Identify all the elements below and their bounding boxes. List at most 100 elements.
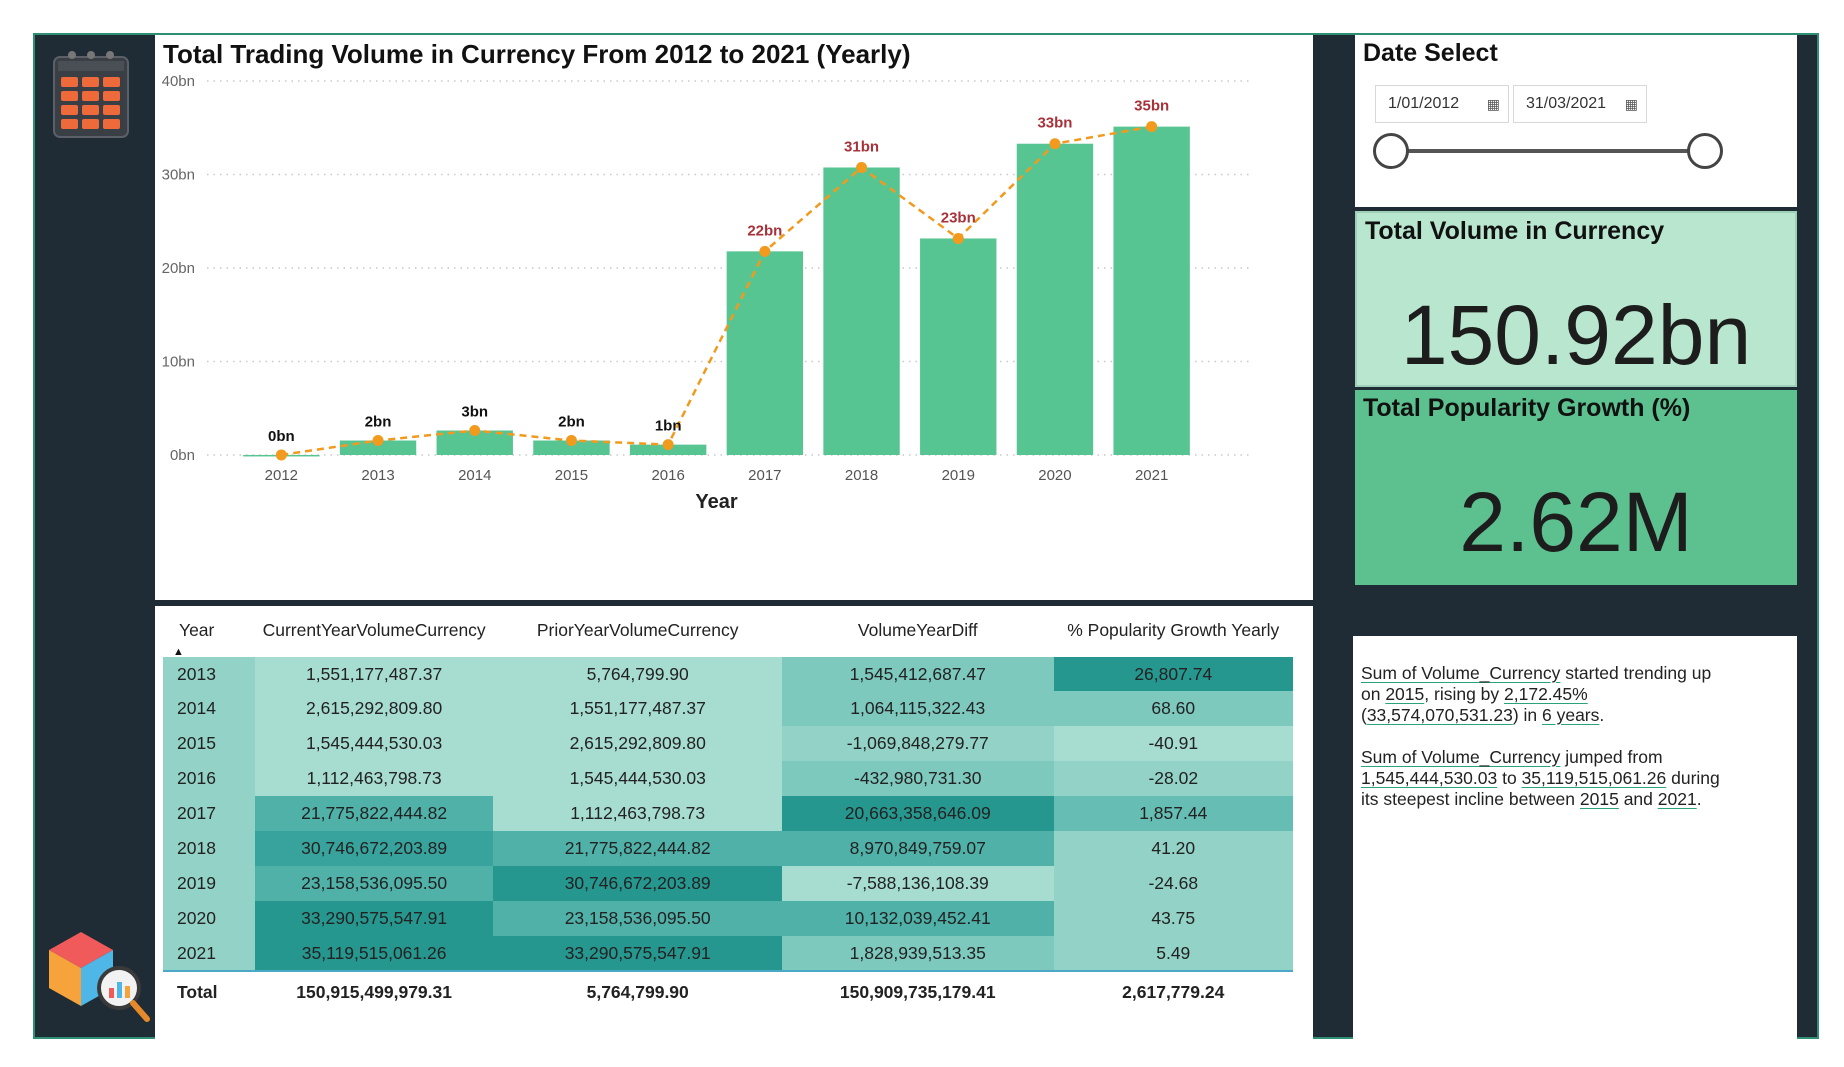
table-row[interactable]: 2016 1,112,463,798.73 1,545,444,530.03 -432… [163,761,1293,796]
column-header-growth[interactable]: % Popularity Growth Yearly [1053,606,1293,657]
cell-prior: 1,551,177,487.37 [493,691,782,726]
bar-2018 [823,167,900,456]
date-select-title: Date Select [1363,39,1498,67]
y-tick-label: 20bn [162,260,195,277]
calendar-small-icon[interactable]: ▦ [1487,96,1500,113]
start-date-input[interactable]: 1/01/2012 ▦ [1375,85,1509,123]
narrative-link[interactable]: 35,119,515,061.26 [1522,768,1667,788]
line-point-2015 [565,435,577,447]
x-tick-label: 2017 [748,467,781,484]
cell-year: 2015 [163,726,255,761]
cell-current: 1,551,177,487.37 [254,656,494,691]
line-point-2017 [759,245,771,257]
line-point-2012 [275,449,287,461]
table-row[interactable]: 2018 30,746,672,203.89 21,775,822,444.82 8,… [163,831,1293,866]
data-label-2012: 0bn [268,428,295,445]
cell-year: 2020 [163,901,255,936]
column-header-prior[interactable]: PriorYearVolumeCurrency [493,606,782,657]
sort-ascending-icon[interactable]: ▲ [173,646,184,658]
cell-growth: 43.75 [1053,901,1293,936]
calendar-small-icon[interactable]: ▦ [1625,96,1638,113]
calendar-icon[interactable] [52,47,130,139]
column-header-diff[interactable]: VolumeYearDiff [782,606,1054,657]
total-label: Total [177,982,218,1002]
y-tick-label: 10bn [162,354,195,371]
table-row[interactable]: 2013 1,551,177,487.37 5,764,799.90 1,545,41… [163,656,1293,691]
smart-narrative-panel: Sum of Volume_Currency started trending … [1353,636,1797,1041]
table-total-row: Total 150,915,499,979.31 5,764,799.90 15… [163,971,1293,1013]
slider-start-handle[interactable] [1373,133,1409,169]
narrative-link[interactable]: 2015 [1580,789,1619,809]
cell-current: 1,112,463,798.73 [254,761,494,796]
line-point-2019 [952,232,964,244]
end-date-value: 31/03/2021 [1526,95,1607,112]
column-header-year[interactable]: Year ▲ [163,606,255,658]
cell-diff: 20,663,358,646.09 [782,796,1054,831]
x-axis-title: Year [695,491,737,513]
x-tick-label: 2018 [845,467,878,484]
table-row[interactable]: 2014 2,615,292,809.80 1,551,177,487.37 1,06… [163,691,1293,726]
cell-growth: 41.20 [1053,831,1293,866]
table-body: 2013 1,551,177,487.37 5,764,799.90 1,545,41… [163,656,1293,971]
kpi-total-volume-title: Total Volume in Currency [1365,217,1665,245]
narrative-link[interactable]: 2015 [1385,684,1424,704]
end-date-input[interactable]: 31/03/2021 ▦ [1513,85,1647,123]
narrative-link[interactable]: 6 years [1542,705,1599,725]
total-current: 150,915,499,979.31 [296,982,452,1002]
data-label-2016: 1bn [655,418,682,435]
line-point-2013 [372,435,384,447]
table-row[interactable]: 2021 35,119,515,061.26 33,290,575,547.91 1,… [163,936,1293,971]
kpi-popularity-growth-card: Total Popularity Growth (%) 2.62M [1355,390,1797,585]
table-row[interactable]: 2015 1,545,444,530.03 2,615,292,809.80 -1,0… [163,726,1293,761]
cell-year: 2019 [163,866,255,901]
table-row[interactable]: 2017 21,775,822,444.82 1,112,463,798.73 20,… [163,796,1293,831]
cell-growth: 26,807.74 [1053,656,1293,691]
cell-current: 30,746,672,203.89 [254,831,494,866]
y-tick-label: 40bn [162,73,195,90]
narrative-link[interactable]: 2021 [1658,789,1697,809]
bar-2019 [920,238,997,455]
column-header-current[interactable]: CurrentYearVolumeCurrency [254,606,494,657]
slider-end-handle[interactable] [1687,133,1723,169]
cell-growth: -28.02 [1053,761,1293,796]
date-range-slider-track[interactable] [1391,149,1705,153]
cell-diff: -432,980,731.30 [782,761,1054,796]
narrative-link[interactable]: 33,574,070,531.23 [1367,705,1513,725]
cell-growth: 1,857.44 [1053,796,1293,831]
total-growth: 2,617,779.24 [1122,982,1225,1002]
cell-diff: 1,545,412,687.47 [782,656,1054,691]
cell-diff: 1,828,939,513.35 [782,936,1054,971]
cell-year: 2021 [163,936,255,971]
start-date-value: 1/01/2012 [1388,95,1460,112]
total-prior: 5,764,799.90 [586,982,689,1002]
x-tick-label: 2013 [361,467,394,484]
left-rail [35,35,153,1037]
kpi-popularity-growth-value: 2.62M [1459,475,1693,569]
narrative-link[interactable]: 1,545,444,530.03 [1361,768,1497,788]
cell-current: 2,615,292,809.80 [254,691,494,726]
narrative-paragraph-2: Sum of Volume_Currency jumped from 1,545… [1361,747,1720,809]
cell-prior: 2,615,292,809.80 [493,726,782,761]
x-tick-label: 2015 [555,467,588,484]
cell-current: 1,545,444,530.03 [254,726,494,761]
volume-table: Year ▲ CurrentYearVolumeCurrency PriorYea… [155,606,1313,1041]
cell-growth: 5.49 [1053,936,1293,971]
cell-prior: 1,112,463,798.73 [493,796,782,831]
total-diff: 150,909,735,179.41 [839,982,996,1002]
narrative-paragraph-1: Sum of Volume_Currency started trending … [1361,663,1712,725]
table-row[interactable]: 2020 33,290,575,547.91 23,158,536,095.50 10… [163,901,1293,936]
x-tick-label: 2012 [265,467,298,484]
narrative-link[interactable]: Sum of Volume_Currency [1361,747,1560,767]
data-label-2020: 33bn [1037,115,1072,132]
narrative-link[interactable]: 2,172.45% [1504,684,1588,704]
line-point-2016 [662,439,674,451]
cell-diff: -1,069,848,279.77 [782,726,1054,761]
cell-diff: 10,132,039,452.41 [782,901,1054,936]
trading-volume-chart: Total Trading Volume in Currency From 20… [155,35,1313,603]
table-header-row: Year ▲ CurrentYearVolumeCurrency PriorYea… [163,606,1293,658]
table-row[interactable]: 2019 23,158,536,095.50 30,746,672,203.89 -7… [163,866,1293,901]
cell-prior: 1,545,444,530.03 [493,761,782,796]
bar-2021 [1113,126,1190,456]
cell-current: 33,290,575,547.91 [254,901,494,936]
narrative-link[interactable]: Sum of Volume_Currency [1361,663,1560,683]
